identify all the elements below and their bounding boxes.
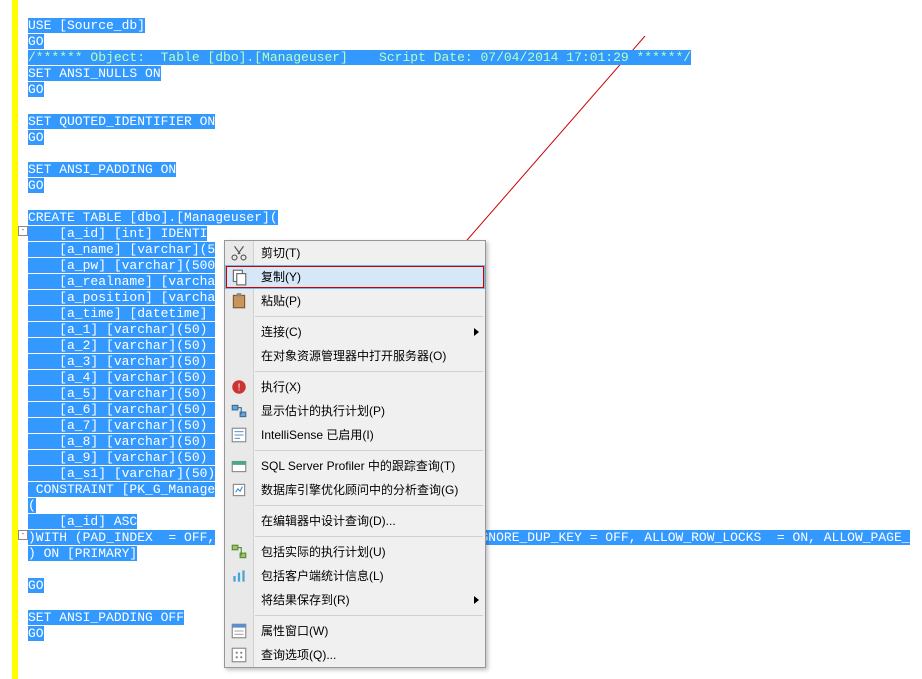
- menu-properties-window[interactable]: 属性窗口(W): [225, 619, 485, 643]
- menu-save-results[interactable]: 将结果保存到(R): [225, 588, 485, 612]
- code-line: [a_9] [varchar](50): [28, 450, 215, 465]
- menu-separator: [255, 316, 483, 317]
- menu-label: 执行(X): [261, 380, 301, 394]
- options-icon: [230, 646, 248, 664]
- actual-plan-icon: [230, 543, 248, 561]
- code-line: [a_id] [int] IDENTI: [28, 226, 207, 241]
- modified-marker: [12, 0, 18, 679]
- code-line: [a_4] [varchar](50): [28, 370, 215, 385]
- code-line: SET ANSI_PADDING OFF: [28, 610, 184, 625]
- code-line: [a_8] [varchar](50): [28, 434, 215, 449]
- menu-separator: [255, 536, 483, 537]
- code-line: [a_1] [varchar](50): [28, 322, 215, 337]
- collapse-toggle[interactable]: -: [18, 226, 28, 236]
- cut-icon: [230, 244, 248, 262]
- menu-separator: [255, 450, 483, 451]
- execute-icon: !: [230, 378, 248, 396]
- plan-icon: [230, 402, 248, 420]
- menu-design-query[interactable]: 在编辑器中设计查询(D)...: [225, 509, 485, 533]
- svg-text:!: !: [238, 382, 241, 393]
- stats-icon: [230, 567, 248, 585]
- menu-intellisense[interactable]: IntelliSense 已启用(I): [225, 423, 485, 447]
- menu-label: 在对象资源管理器中打开服务器(O): [261, 349, 446, 363]
- menu-label: 包括客户端统计信息(L): [261, 569, 384, 583]
- menu-actual-plan[interactable]: 包括实际的执行计划(U): [225, 540, 485, 564]
- code-line: )WITH (PAD_INDEX = OFF,: [28, 530, 215, 545]
- menu-label: 属性窗口(W): [261, 624, 328, 638]
- menu-estimated-plan[interactable]: 显示估计的执行计划(P): [225, 399, 485, 423]
- code-line: [a_pw] [varchar](500: [28, 258, 215, 273]
- code-line: [a_5] [varchar](50): [28, 386, 215, 401]
- menu-open-in-object-explorer[interactable]: 在对象资源管理器中打开服务器(O): [225, 344, 485, 368]
- code-line: [a_time] [datetime]: [28, 306, 215, 321]
- tuning-icon: [230, 481, 248, 499]
- code-line: CONSTRAINT [PK_G_Manage: [28, 482, 215, 497]
- profiler-icon: [230, 457, 248, 475]
- paste-icon: [230, 292, 248, 310]
- code-line: /****** Object: Table [dbo].[Manageuser]…: [28, 50, 691, 65]
- menu-label: 查询选项(Q)...: [261, 648, 336, 662]
- code-line: (: [28, 498, 36, 513]
- copy-icon: [230, 268, 248, 286]
- menu-separator: [255, 371, 483, 372]
- code-line: GO: [28, 82, 44, 97]
- submenu-arrow-icon: [474, 328, 479, 336]
- menu-label: 在编辑器中设计查询(D)...: [261, 514, 396, 528]
- code-line: GO: [28, 130, 44, 145]
- menu-execute[interactable]: ! 执行(X): [225, 375, 485, 399]
- code-line: GO: [28, 578, 44, 593]
- menu-copy[interactable]: 复制(Y): [225, 265, 485, 289]
- menu-connect[interactable]: 连接(C): [225, 320, 485, 344]
- code-line: SET ANSI_NULLS ON: [28, 66, 161, 81]
- menu-profiler[interactable]: SQL Server Profiler 中的跟踪查询(T): [225, 454, 485, 478]
- code-line: USE [Source_db]: [28, 18, 145, 33]
- menu-separator: [255, 505, 483, 506]
- menu-label: IntelliSense 已启用(I): [261, 428, 374, 442]
- menu-label: 将结果保存到(R): [261, 593, 350, 607]
- menu-label: 显示估计的执行计划(P): [261, 404, 385, 418]
- code-line: [a_s1] [varchar](50): [28, 466, 215, 481]
- menu-label: 剪切(T): [261, 246, 300, 260]
- code-line: [a_position] [varcha: [28, 290, 215, 305]
- code-line: SET ANSI_PADDING ON: [28, 162, 176, 177]
- code-line: CREATE TABLE [dbo].[Manageuser](: [28, 210, 278, 225]
- menu-cut[interactable]: 剪切(T): [225, 241, 485, 265]
- code-line: [a_name] [varchar](5: [28, 242, 215, 257]
- menu-paste[interactable]: 粘贴(P): [225, 289, 485, 313]
- code-line: GO: [28, 178, 44, 193]
- code-line: GO: [28, 34, 44, 49]
- code-line: [a_2] [varchar](50): [28, 338, 215, 353]
- menu-label: 连接(C): [261, 325, 302, 339]
- code-line: [a_id] ASC: [28, 514, 137, 529]
- collapse-toggle[interactable]: -: [18, 530, 28, 540]
- code-line: [a_3] [varchar](50): [28, 354, 215, 369]
- menu-label: 数据库引擎优化顾问中的分析查询(G): [261, 483, 458, 497]
- menu-label: 包括实际的执行计划(U): [261, 545, 386, 559]
- code-line: [a_realname] [varcha: [28, 274, 215, 289]
- submenu-arrow-icon: [474, 596, 479, 604]
- code-line: GNORE_DUP_KEY = OFF, ALLOW_ROW_LOCKS = O…: [480, 530, 909, 545]
- menu-separator: [255, 615, 483, 616]
- code-line: SET QUOTED_IDENTIFIER ON: [28, 114, 215, 129]
- code-line: ) ON [PRIMARY]: [28, 546, 137, 561]
- context-menu: 剪切(T) 复制(Y) 粘贴(P) 连接(C) 在对象资源管理器中打开服务器(O…: [224, 240, 486, 668]
- code-line: [a_7] [varchar](50): [28, 418, 215, 433]
- menu-label: 复制(Y): [261, 270, 301, 284]
- menu-query-options[interactable]: 查询选项(Q)...: [225, 643, 485, 667]
- menu-label: SQL Server Profiler 中的跟踪查询(T): [261, 459, 455, 473]
- menu-label: 粘贴(P): [261, 294, 301, 308]
- properties-icon: [230, 622, 248, 640]
- menu-tuning-advisor[interactable]: 数据库引擎优化顾问中的分析查询(G): [225, 478, 485, 502]
- intellisense-icon: [230, 426, 248, 444]
- code-line: GO: [28, 626, 44, 641]
- code-line: [a_6] [varchar](50): [28, 402, 215, 417]
- menu-client-stats[interactable]: 包括客户端统计信息(L): [225, 564, 485, 588]
